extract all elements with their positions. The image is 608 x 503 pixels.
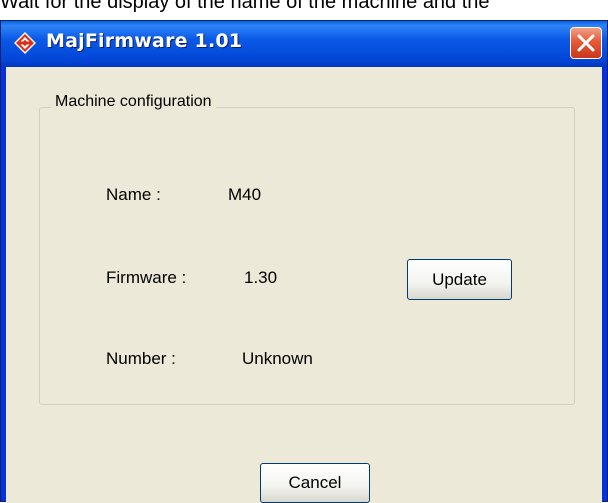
update-button[interactable]: Update xyxy=(407,259,512,300)
window-title: MajFirmware 1.01 xyxy=(46,30,243,52)
firmware-label: Firmware : xyxy=(106,268,187,287)
dialog-window: MajFirmware 1.01 Machine configuration N… xyxy=(0,20,608,503)
close-button[interactable] xyxy=(570,27,602,59)
cancel-button[interactable]: Cancel xyxy=(260,463,370,503)
group-title: Machine configuration xyxy=(51,93,216,111)
app-icon xyxy=(14,32,36,54)
background-caption: Wait for the display of the name of the … xyxy=(0,0,490,13)
name-value: M40 xyxy=(228,185,262,204)
name-label: Name : xyxy=(106,185,161,204)
firmware-value: 1.30 xyxy=(244,268,278,287)
title-bar[interactable]: MajFirmware 1.01 xyxy=(1,21,607,67)
dialog-client-area: Machine configuration Name : M40 Firmwar… xyxy=(6,67,602,503)
number-value: Unknown xyxy=(242,349,313,368)
number-label: Number : xyxy=(106,349,176,368)
